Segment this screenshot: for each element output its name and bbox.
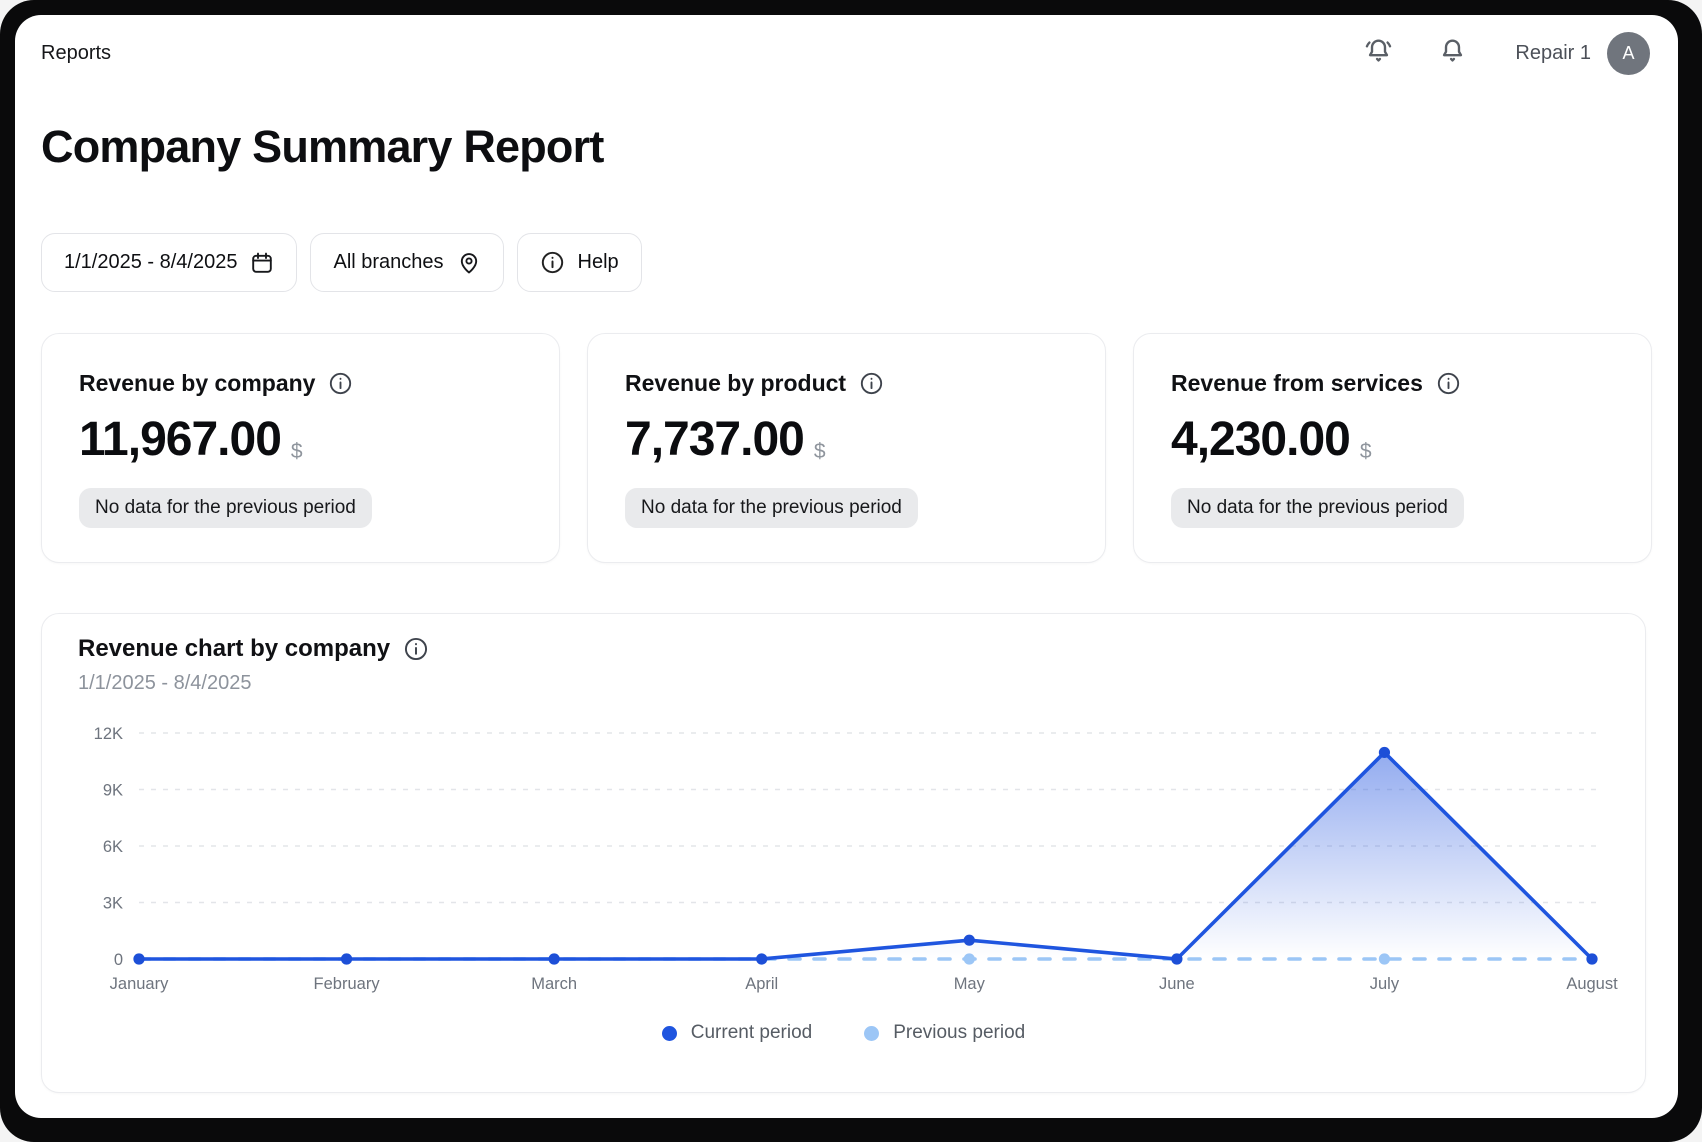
svg-text:July: July <box>1370 975 1400 993</box>
filter-row: 1/1/2025 - 8/4/2025 All branches <box>15 233 1678 292</box>
legend-item-current-period[interactable]: Current period <box>662 1022 812 1044</box>
kpi-title: Revenue from services <box>1171 370 1423 397</box>
revenue-chart-card: Revenue chart by company 1/1/2025 - 8/4/… <box>41 613 1646 1093</box>
kpi-value: 7,737.00 <box>625 412 804 467</box>
info-icon[interactable] <box>859 371 884 396</box>
app-window: Reports <box>15 15 1678 1118</box>
page-title: Company Summary Report <box>41 121 604 173</box>
svg-text:April: April <box>745 975 778 993</box>
kpi-card-revenue-by-product: Revenue by product 7,737.00 $ No data fo… <box>587 333 1106 563</box>
chart-legend: Current period Previous period <box>42 1022 1645 1044</box>
info-icon[interactable] <box>403 636 429 662</box>
svg-text:January: January <box>110 975 169 993</box>
date-range-label: 1/1/2025 - 8/4/2025 <box>64 251 237 274</box>
svg-text:0: 0 <box>114 951 123 969</box>
info-icon[interactable] <box>1436 371 1461 396</box>
topbar-actions: Repair 1 A <box>1361 32 1650 75</box>
device-frame: Reports <box>0 0 1702 1142</box>
svg-text:3K: 3K <box>103 895 123 913</box>
breadcrumb: Reports <box>41 42 111 65</box>
kpi-value: 11,967.00 <box>79 412 281 467</box>
bell-ring-icon <box>1362 34 1395 72</box>
kpi-card-revenue-from-services: Revenue from services 4,230.00 $ No data… <box>1133 333 1652 563</box>
legend-dot-previous <box>864 1026 879 1041</box>
svg-text:12K: 12K <box>94 725 123 743</box>
calendar-icon <box>250 251 274 275</box>
no-data-badge: No data for the previous period <box>625 488 918 528</box>
kpi-title: Revenue by company <box>79 370 315 397</box>
help-button[interactable]: Help <box>517 233 642 292</box>
no-data-badge: No data for the previous period <box>79 488 372 528</box>
bell-icon <box>1436 34 1469 72</box>
branches-label: All branches <box>333 251 443 274</box>
account-name[interactable]: Repair 1 <box>1515 42 1591 65</box>
svg-text:May: May <box>954 975 986 993</box>
info-circle-icon <box>540 250 565 275</box>
svg-text:August: August <box>1566 975 1618 993</box>
legend-dot-current <box>662 1026 677 1041</box>
chart-title: Revenue chart by company <box>78 635 390 663</box>
avatar[interactable]: A <box>1607 32 1650 75</box>
svg-text:March: March <box>531 975 577 993</box>
branches-button[interactable]: All branches <box>310 233 503 292</box>
date-range-button[interactable]: 1/1/2025 - 8/4/2025 <box>41 233 297 292</box>
kpi-row: Revenue by company 11,967.00 $ No data f… <box>15 333 1678 563</box>
notifications-button[interactable] <box>1435 36 1469 70</box>
currency-symbol: $ <box>1360 440 1372 464</box>
location-pin-icon <box>457 251 481 275</box>
kpi-card-revenue-by-company: Revenue by company 11,967.00 $ No data f… <box>41 333 560 563</box>
currency-symbol: $ <box>814 440 826 464</box>
legend-item-previous-period[interactable]: Previous period <box>864 1022 1025 1044</box>
announcements-button[interactable] <box>1361 36 1395 70</box>
svg-text:6K: 6K <box>103 838 123 856</box>
svg-text:February: February <box>314 975 381 993</box>
kpi-title: Revenue by product <box>625 370 846 397</box>
svg-text:June: June <box>1159 975 1195 993</box>
no-data-badge: No data for the previous period <box>1171 488 1464 528</box>
chart-date-range: 1/1/2025 - 8/4/2025 <box>42 663 1645 695</box>
top-bar: Reports <box>15 15 1678 91</box>
svg-text:9K: 9K <box>103 782 123 800</box>
currency-symbol: $ <box>291 440 303 464</box>
revenue-chart-svg[interactable]: 0 3K 6K 9K 12K January February March April May Ju… <box>42 706 1647 1001</box>
kpi-value: 4,230.00 <box>1171 412 1350 467</box>
help-label: Help <box>578 251 619 274</box>
info-icon[interactable] <box>328 371 353 396</box>
